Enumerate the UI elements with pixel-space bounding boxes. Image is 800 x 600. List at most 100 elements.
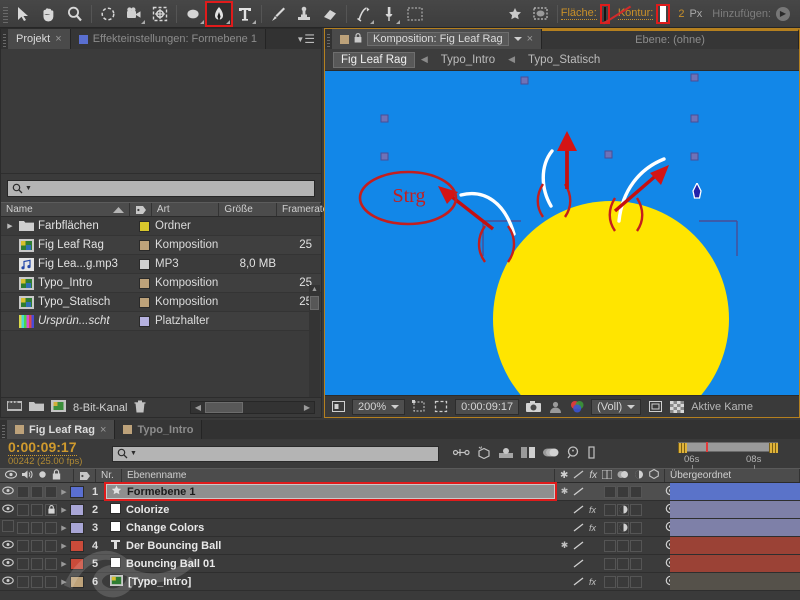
layer-name-cell[interactable]: [Typo_Intro] [106,575,555,589]
project-item-label-color[interactable] [139,278,150,289]
project-item-name-cell[interactable]: Fig Leaf Rag [1,239,131,252]
three-d-switch[interactable] [630,486,642,498]
lock-icon[interactable] [354,33,362,46]
search-dropdown-icon[interactable]: ▼ [130,450,137,457]
project-search-input[interactable]: ▼ [7,180,315,197]
layer-solo-toggle[interactable] [31,558,43,570]
comp-timecode-display[interactable]: 0:00:09:17 [455,399,519,415]
stroke-swatch[interactable] [660,5,666,23]
timeline-tab-1[interactable]: Typo_Intro [115,420,202,439]
zoom-tool[interactable] [62,2,88,26]
layer-name-cell[interactable]: Change Colors [106,521,555,535]
shy-switch[interactable] [558,521,571,534]
panel-grip[interactable] [325,29,332,49]
project-horizontal-scrollbar[interactable]: ◀ ▶ [190,401,315,414]
close-icon[interactable]: × [55,33,61,45]
layer-solo-toggle[interactable] [31,486,43,498]
tool-expand-corner[interactable] [370,20,374,24]
time-indicator[interactable] [706,442,708,452]
hscroll-thumb[interactable] [205,402,243,413]
work-area-end-handle[interactable] [769,443,778,453]
layer-disclosure-triangle-icon[interactable]: ▶ [58,560,70,568]
composition-viewer[interactable]: Strg [325,71,799,395]
layer-duration-bar-2[interactable] [670,501,800,519]
effects-switch[interactable]: fx [586,503,599,516]
transparency-grid-icon[interactable] [669,399,685,414]
tool-expand-corner[interactable] [226,20,230,24]
project-item-label-color[interactable] [139,240,150,251]
mask-feather-icon[interactable] [528,2,554,26]
layer-label-color[interactable] [70,576,84,588]
pen-tool[interactable] [206,2,232,26]
mask-tool[interactable] [402,2,428,26]
motion-blur-switch[interactable] [617,576,629,588]
shy-switch[interactable] [558,557,571,570]
motion-blur-switch[interactable] [617,522,629,534]
pan-behind-tool[interactable] [147,2,173,26]
composition-mini-flowchart-icon[interactable] [453,446,470,462]
new-footage-icon[interactable] [51,400,66,415]
stroke-swatch-highlight[interactable] [658,6,668,22]
roto-brush-tool[interactable] [350,2,376,26]
rotation-tool[interactable] [95,2,121,26]
project-item-row[interactable]: Fig Lea...g.mp3MP38,0 MB [1,255,321,274]
search-dropdown-icon[interactable]: ▼ [25,185,32,192]
layer-label-color[interactable] [70,486,84,498]
layer-lock-toggle[interactable] [45,540,57,552]
motion-blur-switch[interactable] [617,486,629,498]
layer-visibility-toggle[interactable] [0,520,16,535]
layer-duration-bar-6[interactable] [670,573,800,591]
layer-visibility-toggle[interactable] [0,576,16,588]
layer-solo-toggle[interactable] [31,540,43,552]
chevron-down-icon[interactable] [514,37,522,41]
project-item-label-color[interactable] [139,259,150,270]
region-of-interest-icon[interactable] [433,399,449,414]
shy-switch[interactable] [558,575,571,588]
panel-grip[interactable] [1,29,8,49]
chevron-down-icon[interactable] [391,405,399,409]
project-tab-0[interactable]: Projekt× [8,29,71,49]
layer-lock-toggle[interactable] [45,522,57,534]
project-item-row[interactable]: Ursprün...schtPlatzhalter [1,312,321,331]
scroll-right-arrow-icon[interactable]: ▶ [300,403,314,412]
stroke-width-value[interactable]: 2 [678,8,684,20]
close-icon[interactable]: × [100,424,106,436]
project-item-name-cell[interactable]: Typo_Intro [1,277,131,290]
work-area-start-handle[interactable] [678,443,687,453]
quality-switch[interactable] [572,539,585,552]
layer-lock-toggle[interactable] [45,486,57,498]
project-item-name-cell[interactable]: Ursprün...scht [1,315,131,328]
layer-name-cell[interactable]: Der Bouncing Ball [106,539,555,553]
shape-tool[interactable] [180,2,206,26]
column-type[interactable]: Art [152,203,220,216]
eraser-tool[interactable] [317,2,343,26]
active-camera-label[interactable]: Aktive Kame [691,401,753,413]
layer-visibility-toggle[interactable] [0,504,16,516]
project-scroll-thumb[interactable] [310,296,319,310]
close-icon[interactable]: × [527,33,533,45]
layer-label-color[interactable] [70,504,84,516]
region-interest-toggle-icon[interactable] [647,399,663,414]
grid-guides-icon[interactable] [411,399,427,414]
show-snapshot-icon[interactable] [547,399,563,414]
quality-switch[interactable] [572,485,585,498]
favorite-star-icon[interactable] [502,2,528,26]
layer-disclosure-triangle-icon[interactable]: ▶ [58,542,70,550]
layer-label-color[interactable] [70,522,84,534]
project-item-label-color[interactable] [139,316,150,327]
work-area-bar[interactable] [678,442,778,452]
enable-frame-blending-icon[interactable] [520,446,536,462]
layer-audio-toggle[interactable] [17,540,29,552]
fill-property[interactable]: Fläche: [561,6,608,22]
project-item-label-color[interactable] [139,221,150,232]
enable-motion-blur-icon[interactable] [542,446,559,462]
camera-tool[interactable] [121,2,147,26]
effects-switch[interactable] [586,485,599,498]
layer-disclosure-triangle-icon[interactable]: ▶ [58,506,70,514]
always-preview-icon[interactable] [330,399,346,414]
hand-tool[interactable] [36,2,62,26]
column-size[interactable]: Größe [219,203,277,216]
three-d-switch[interactable] [630,540,642,552]
current-time-display[interactable]: 0:00:09:17 00242 (25.00 fps) [0,440,112,467]
project-item-row[interactable]: Fig Leaf RagKomposition25 [1,236,321,255]
